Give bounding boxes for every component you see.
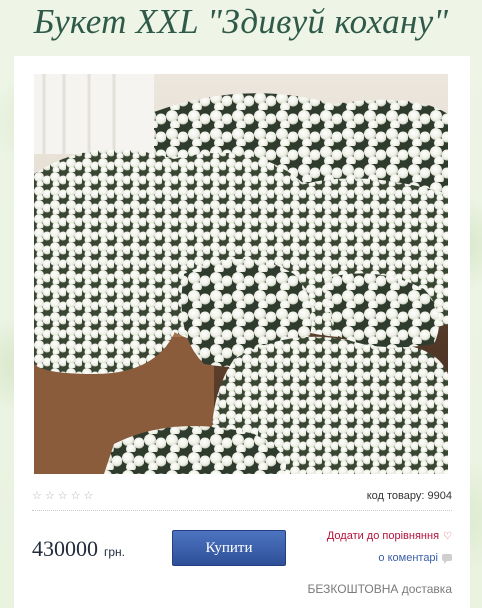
- free-delivery-text: БЕЗКОШТОВНА доставка: [307, 582, 452, 596]
- star-2[interactable]: ☆: [45, 490, 55, 502]
- add-to-compare-link[interactable]: Додати до порівняння ♡: [327, 530, 452, 542]
- comments-label[interactable]: о коментарі: [378, 552, 438, 564]
- product-image[interactable]: [34, 74, 448, 474]
- price-value: 430000: [32, 536, 98, 561]
- rating-stars[interactable]: ☆ ☆ ☆ ☆ ☆: [32, 490, 93, 502]
- product-price: 430000 грн.: [32, 536, 125, 562]
- star-3[interactable]: ☆: [58, 490, 68, 502]
- comment-icon: [442, 554, 452, 564]
- sku-value: 9904: [427, 490, 452, 502]
- product-sku: код товару: 9904: [367, 490, 452, 502]
- star-4[interactable]: ☆: [71, 490, 81, 502]
- divider: [32, 510, 452, 511]
- comments-link[interactable]: о коментарі: [378, 552, 452, 564]
- product-card: ☆ ☆ ☆ ☆ ☆ код товару: 9904 430000 грн. Ку…: [14, 56, 470, 608]
- price-currency: грн.: [104, 545, 126, 559]
- product-title: Букет XXL "Здивуй кохану": [33, 2, 449, 41]
- compare-label[interactable]: Додати до порівняння: [327, 530, 439, 542]
- star-1[interactable]: ☆: [32, 490, 42, 502]
- star-5[interactable]: ☆: [84, 490, 94, 502]
- heart-icon[interactable]: ♡: [443, 531, 452, 542]
- sku-label: код товару:: [366, 490, 425, 502]
- buy-button[interactable]: Купити: [172, 530, 286, 566]
